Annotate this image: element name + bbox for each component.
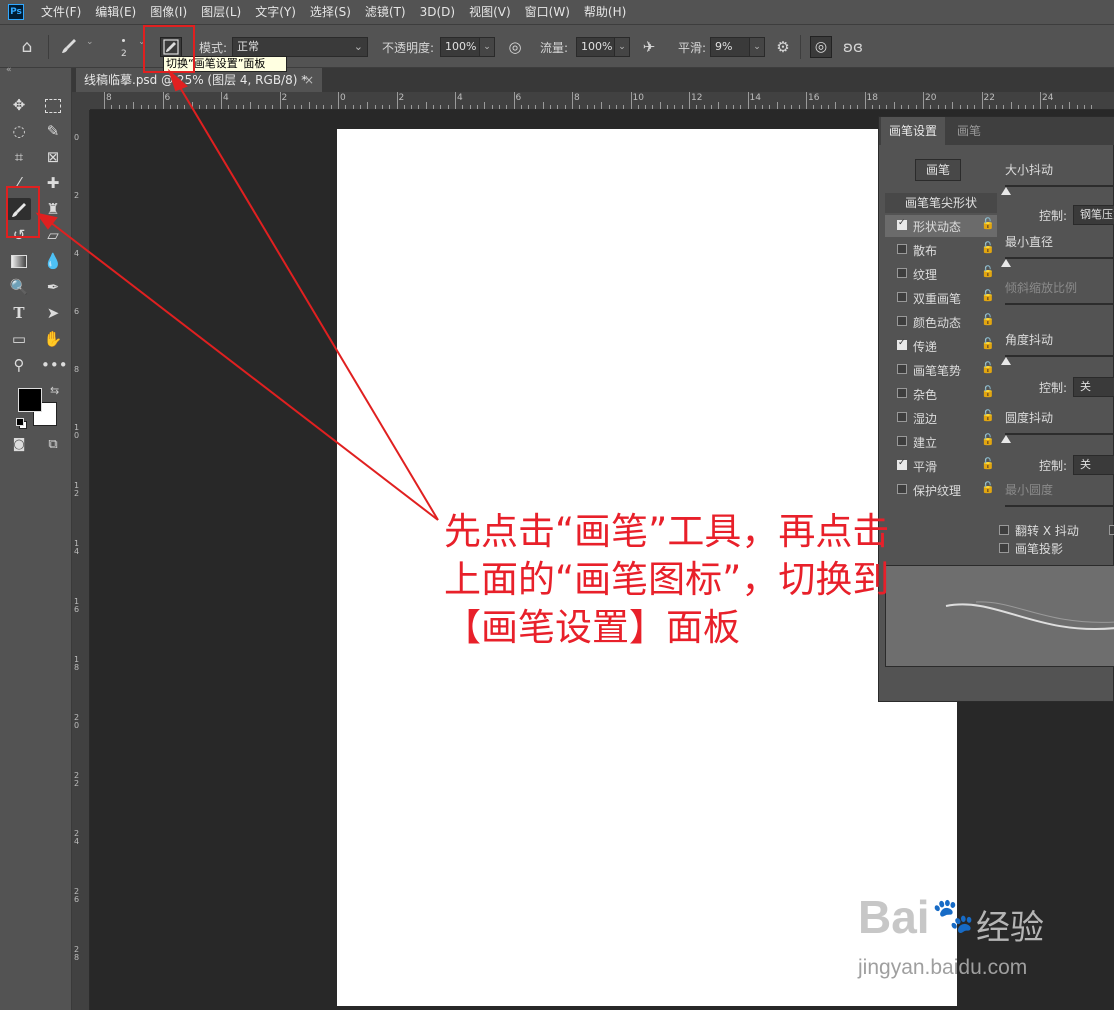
watermark: Bai 🐾 经验 jingyan.baidu.com: [858, 890, 1114, 1000]
watermark-url: jingyan.baidu.com: [858, 956, 1028, 979]
annotation-arrows: [35, 68, 439, 521]
watermark-brand: Bai: [858, 891, 930, 943]
paw-icon: 🐾: [932, 896, 975, 936]
annotation-text: 先点击“画笔”工具，再点击 上面的“画笔图标”，切换到 【画笔设置】面板: [444, 510, 890, 649]
watermark-brand-2: 经验: [976, 908, 1044, 948]
